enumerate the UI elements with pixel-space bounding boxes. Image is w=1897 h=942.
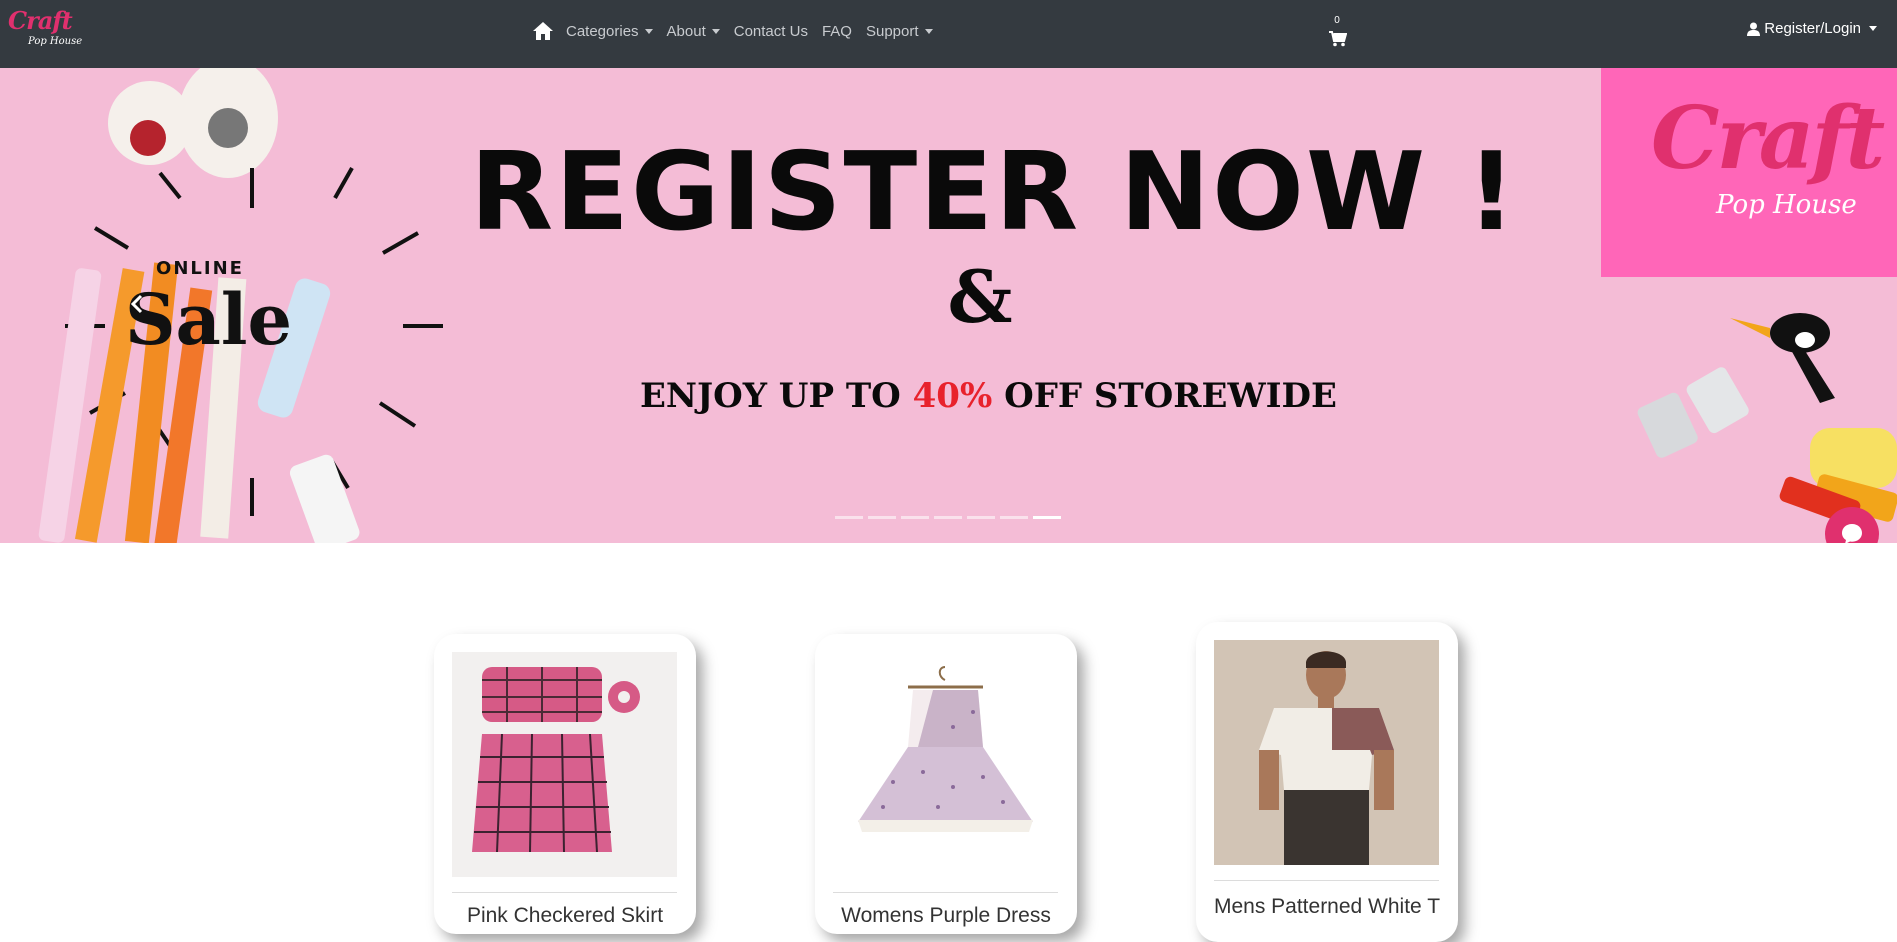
card-divider <box>833 892 1058 893</box>
card-divider <box>1214 880 1439 881</box>
nav-contact[interactable]: Contact Us <box>734 23 808 40</box>
user-icon <box>1747 22 1761 36</box>
banner-sub-prefix: ENJOY UP TO <box>640 376 913 416</box>
home-icon[interactable] <box>532 21 554 41</box>
chevron-down-icon <box>644 28 653 34</box>
product-title[interactable]: Womens Purple Dress <box>815 904 1077 928</box>
banner-ampersand: & <box>947 254 1013 339</box>
card-divider <box>452 892 677 893</box>
cart-button[interactable]: 0 <box>1328 13 1350 51</box>
nav-support[interactable]: Support <box>866 23 933 40</box>
cart-count-badge: 0 <box>1334 15 1340 26</box>
cart-icon <box>1329 31 1347 47</box>
banner-subheadline: ENJOY UP TO 40% OFF STOREWIDE <box>640 376 1337 416</box>
nav-faq[interactable]: FAQ <box>822 23 852 40</box>
banner-sub-percent: 40% <box>912 376 993 416</box>
logo-sub-text: Pop House <box>28 36 83 47</box>
product-card[interactable]: Pink Checkered Skirt <box>434 634 696 934</box>
banner-headline: REGISTER NOW ! <box>470 130 1518 255</box>
product-card[interactable]: Mens Patterned White T <box>1196 622 1458 942</box>
register-login-label: Register/Login <box>1764 20 1861 37</box>
chevron-down-icon <box>711 28 720 34</box>
product-image[interactable] <box>833 652 1058 877</box>
register-login-menu[interactable]: Register/Login <box>1747 20 1877 37</box>
carousel-indicator[interactable] <box>868 516 896 519</box>
nav-faq-label: FAQ <box>821 22 852 40</box>
carousel-indicators <box>835 516 1066 519</box>
product-title[interactable]: Pink Checkered Skirt <box>434 904 696 928</box>
banner-brand-main: Craft <box>1651 88 1885 189</box>
site-logo[interactable]: Craft Pop House <box>8 6 82 54</box>
carousel-indicator[interactable] <box>835 516 863 519</box>
chevron-down-icon <box>924 28 933 34</box>
product-title[interactable]: Mens Patterned White T <box>1196 895 1458 919</box>
chat-bubble-icon <box>1842 524 1862 543</box>
carousel-indicator-active[interactable] <box>1033 516 1061 519</box>
carousel-indicator[interactable] <box>934 516 962 519</box>
nav-about-label: About <box>666 22 706 40</box>
online-label: ONLINE <box>156 258 244 279</box>
product-image[interactable] <box>452 652 677 877</box>
carousel-prev-icon[interactable] <box>128 293 148 315</box>
nav-about[interactable]: About <box>667 23 720 40</box>
nav-support-label: Support <box>865 22 919 40</box>
product-card[interactable]: Womens Purple Dress <box>815 634 1077 934</box>
logo-main-text: Craft <box>8 6 73 35</box>
carousel-indicator[interactable] <box>1000 516 1028 519</box>
chevron-down-icon <box>1869 26 1877 31</box>
product-image[interactable] <box>1214 640 1439 865</box>
toucan-clip-illustration <box>1637 313 1897 526</box>
main-nav: Categories About Contact Us FAQ Support <box>532 20 947 42</box>
carousel-indicator[interactable] <box>967 516 995 519</box>
sale-label: Sale <box>125 278 293 361</box>
banner-sub-suffix: OFF STOREWIDE <box>992 376 1337 416</box>
nav-categories[interactable]: Categories <box>566 23 653 40</box>
navbar: Craft Pop House Categories About Contact… <box>0 0 1897 68</box>
banner-brand-logo: Craft Pop House <box>1601 68 1897 277</box>
carousel-indicator[interactable] <box>901 516 929 519</box>
nav-contact-label: Contact Us <box>733 22 808 40</box>
banner-brand-sub: Pop House <box>1716 190 1857 220</box>
nav-categories-label: Categories <box>566 22 639 40</box>
promo-carousel: ONLINE Sale REGISTER NOW ! & ENJOY UP TO… <box>0 68 1897 543</box>
